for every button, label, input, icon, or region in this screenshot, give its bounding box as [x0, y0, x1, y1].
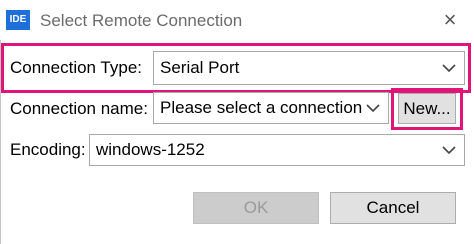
cancel-button[interactable]: Cancel: [330, 192, 456, 224]
encoding-label: Encoding:: [10, 140, 86, 159]
chevron-down-icon: [442, 64, 456, 73]
connection-type-select[interactable]: Serial Port: [153, 51, 465, 85]
encoding-value: windows-1252: [96, 140, 205, 159]
connection-name-value: Please select a connection: [160, 98, 363, 117]
connection-name-label: Connection name:: [10, 99, 148, 118]
chevron-down-icon: [442, 146, 456, 155]
chevron-down-icon: [366, 104, 380, 113]
ok-button[interactable]: OK: [193, 192, 319, 224]
connection-type-value: Serial Port: [160, 58, 240, 77]
title-bar: IDE Select Remote Connection ×: [0, 0, 474, 40]
app-icon: IDE: [6, 10, 30, 30]
connection-name-select[interactable]: Please select a connection: [153, 92, 389, 124]
encoding-select[interactable]: windows-1252: [89, 134, 465, 166]
window-title: Select Remote Connection: [40, 11, 243, 30]
new-connection-button[interactable]: New...: [398, 93, 456, 124]
cancel-button-label: Cancel: [366, 198, 420, 217]
ok-button-label: OK: [243, 198, 269, 217]
connection-type-label: Connection Type:: [10, 58, 142, 77]
new-button-label: New...: [403, 98, 451, 118]
close-icon[interactable]: ×: [438, 8, 462, 32]
